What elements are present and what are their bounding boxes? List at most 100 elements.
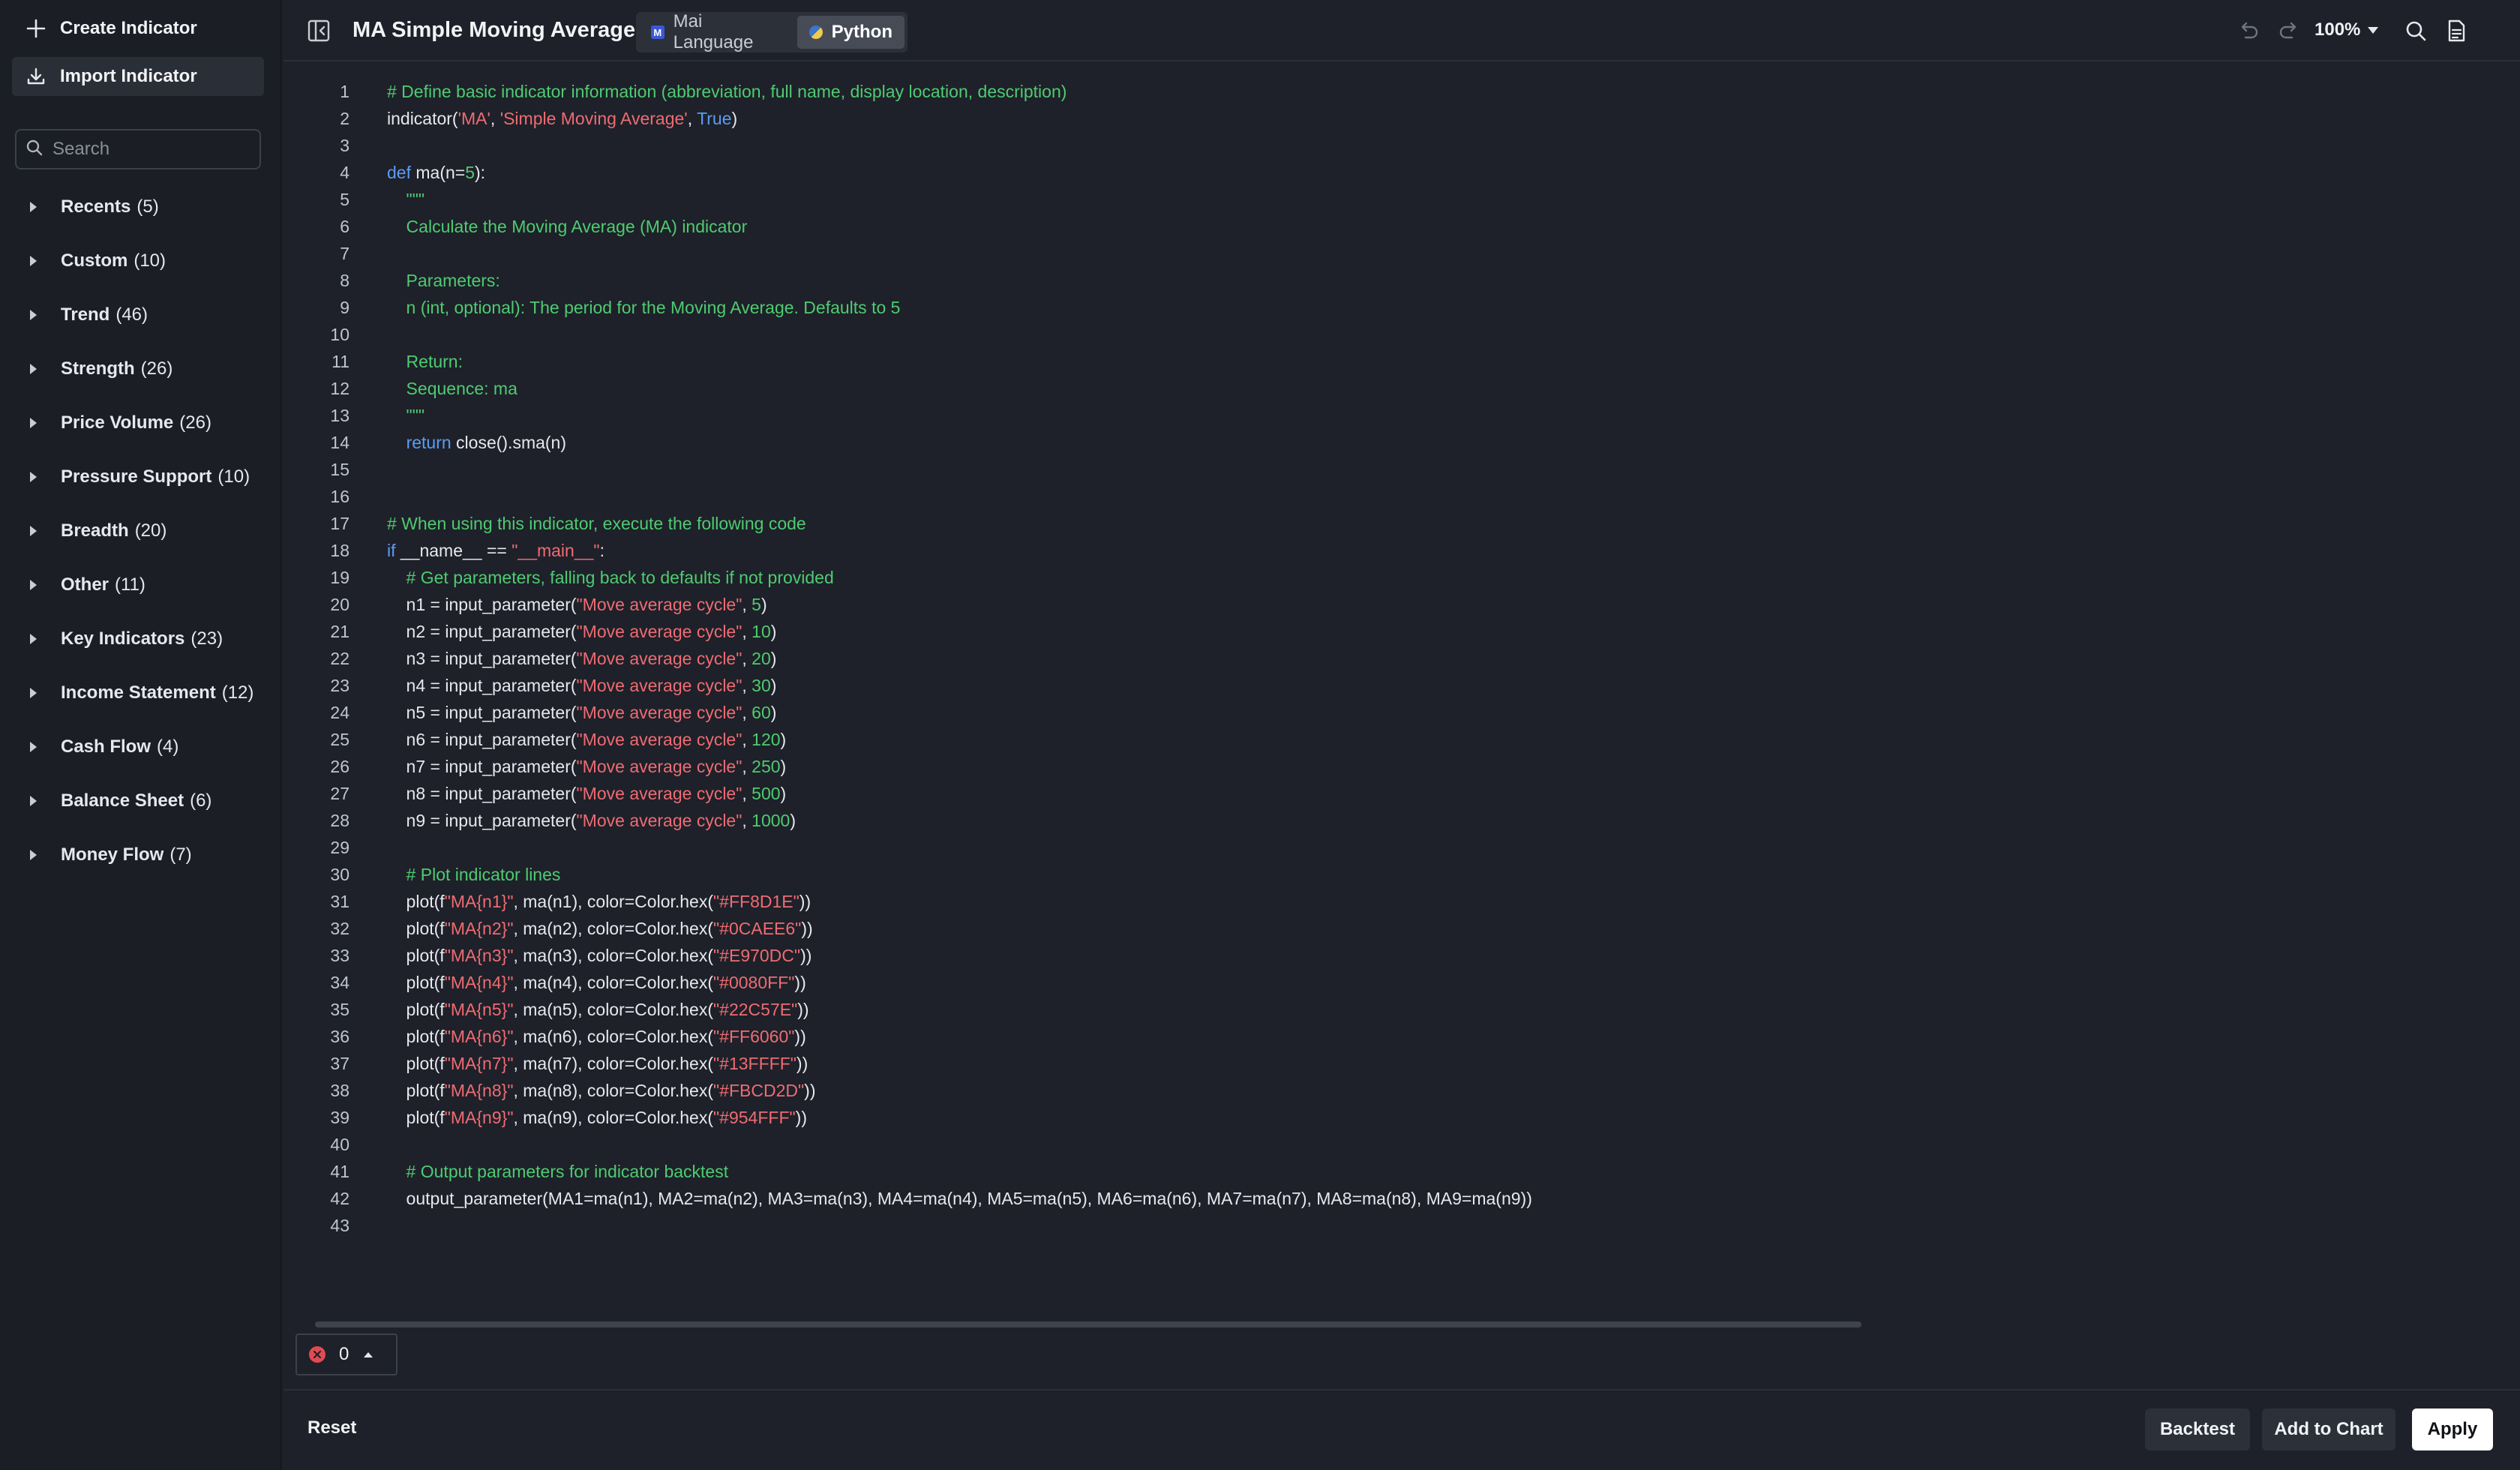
code-line[interactable]: 25 n6 = input_parameter("Move average cy… [284,726,1532,753]
search-box[interactable] [15,129,261,170]
code-line[interactable]: 36 plot(f"MA{n6}", ma(n6), color=Color.h… [284,1023,1532,1050]
code-line[interactable]: 5 """ [284,186,1532,213]
python-logo-icon [808,26,823,39]
code-line[interactable]: 17 # When using this indicator, execute t… [284,510,1532,537]
code-line[interactable]: 21 n2 = input_parameter("Move average cy… [284,618,1532,645]
line-text: plot(f"MA{n4}", ma(n4), color=Color.hex(… [387,973,806,992]
category-price-volume[interactable]: Price Volume (26) [0,396,282,450]
mai-logo-icon: M [651,26,664,39]
code-line[interactable]: 41 # Output parameters for indicator bac… [284,1158,1532,1185]
code-line[interactable]: 11 Return: [284,348,1532,375]
zoom-select[interactable]: 100% [2314,20,2379,40]
add-to-chart-button[interactable]: Add to Chart [2262,1408,2396,1450]
horizontal-scrollbar[interactable] [315,1322,1862,1328]
document-icon[interactable] [2444,18,2469,44]
code-line[interactable]: 38 plot(f"MA{n8}", ma(n8), color=Color.h… [284,1077,1532,1104]
code-line[interactable]: 7 [284,240,1532,267]
code-line[interactable]: 33 plot(f"MA{n3}", ma(n3), color=Color.h… [284,942,1532,969]
category-cash-flow[interactable]: Cash Flow (4) [0,720,282,774]
line-number: 4 [340,163,350,182]
code-line[interactable]: 19 # Get parameters, falling back to def… [284,564,1532,591]
backtest-button[interactable]: Backtest [2145,1408,2250,1450]
line-text: n6 = input_parameter("Move average cycle… [387,730,787,749]
line-number: 31 [330,892,350,911]
code-editor[interactable]: 1 # Define basic indicator information (a… [284,63,2520,1328]
code-line[interactable]: 28 n9 = input_parameter("Move average cy… [284,807,1532,834]
tab-mai-language[interactable]: M Mai Language [639,11,797,52]
code-line[interactable]: 18 if __name__ == "__main__": [284,537,1532,564]
code-line[interactable]: 35 plot(f"MA{n5}", ma(n5), color=Color.h… [284,996,1532,1023]
category-name: Trend [61,304,110,325]
line-text: n1 = input_parameter("Move average cycle… [387,595,767,614]
category-income-statement[interactable]: Income Statement (12) [0,666,282,720]
code-line[interactable]: 15 [284,456,1532,483]
import-indicator-button[interactable]: Import Indicator [12,57,264,96]
code-line[interactable]: 3 [284,132,1532,159]
code-line[interactable]: 29 [284,834,1532,861]
line-text [350,132,387,159]
code-line[interactable]: 43 [284,1212,1532,1239]
category-name: Cash Flow [61,736,152,757]
category-strength[interactable]: Strength (26) [0,342,282,396]
code-line[interactable]: 20 n1 = input_parameter("Move average cy… [284,591,1532,618]
line-number: 26 [330,757,350,776]
line-number: 6 [340,217,350,236]
category-balance-sheet[interactable]: Balance Sheet (6) [0,774,282,828]
undo-icon[interactable] [2235,18,2260,44]
code-line[interactable]: 23 n4 = input_parameter("Move average cy… [284,672,1532,699]
category-trend[interactable]: Trend (46) [0,288,282,342]
code-line[interactable]: 22 n3 = input_parameter("Move average cy… [284,645,1532,672]
line-number: 27 [330,784,350,803]
code-line[interactable]: 31 plot(f"MA{n1}", ma(n1), color=Color.h… [284,888,1532,915]
reset-button[interactable]: Reset [308,1418,356,1438]
category-key-indicators[interactable]: Key Indicators (23) [0,612,282,666]
code-line[interactable]: 30 # Plot indicator lines [284,861,1532,888]
code-line[interactable]: 9 n (int, optional): The period for the … [284,294,1532,321]
line-number: 20 [330,595,350,614]
code-line[interactable]: 39 plot(f"MA{n9}", ma(n9), color=Color.h… [284,1104,1532,1131]
code-lines[interactable]: 1 # Define basic indicator information (a… [284,78,1532,1239]
category-name: Breadth [61,520,129,541]
category-money-flow[interactable]: Money Flow (7) [0,828,282,882]
code-line[interactable]: 12 Sequence: ma [284,375,1532,402]
line-text: # When using this indicator, execute the… [387,514,806,533]
caret-right-icon [30,418,37,428]
apply-button[interactable]: Apply [2412,1408,2493,1450]
code-line[interactable]: 27 n8 = input_parameter("Move average cy… [284,780,1532,807]
code-line[interactable]: 6 Calculate the Moving Average (MA) indi… [284,213,1532,240]
code-line[interactable]: 40 [284,1131,1532,1158]
code-line[interactable]: 37 plot(f"MA{n7}", ma(n7), color=Color.h… [284,1050,1532,1077]
sidebar-toggle-icon[interactable] [306,18,332,44]
category-recents[interactable]: Recents (5) [0,180,282,234]
category-custom[interactable]: Custom (10) [0,234,282,288]
code-line[interactable]: 26 n7 = input_parameter("Move average cy… [284,753,1532,780]
code-line[interactable]: 1 # Define basic indicator information (a… [284,78,1532,105]
redo-icon[interactable] [2277,18,2302,44]
create-indicator-button[interactable]: Create Indicator [12,9,264,48]
code-line[interactable]: 34 plot(f"MA{n4}", ma(n4), color=Color.h… [284,969,1532,996]
category-pressure-support[interactable]: Pressure Support (10) [0,450,282,504]
tab-python[interactable]: Python [796,16,904,49]
code-line[interactable]: 42 output_parameter(MA1=ma(n1), MA2=ma(n… [284,1185,1532,1212]
error-counter[interactable]: 0 [296,1334,398,1376]
caret-right-icon [30,796,37,806]
search-icon[interactable] [2403,18,2428,44]
line-text: plot(f"MA{n1}", ma(n1), color=Color.hex(… [387,892,812,911]
line-text: if __name__ == "__main__": [387,541,604,560]
category-count: (10) [218,466,250,487]
code-line[interactable]: 14 return close().sma(n) [284,429,1532,456]
code-line[interactable]: 8 Parameters: [284,267,1532,294]
code-line[interactable]: 13 """ [284,402,1532,429]
code-line[interactable]: 16 [284,483,1532,510]
line-text: Return: [387,352,463,371]
line-text: plot(f"MA{n5}", ma(n5), color=Color.hex(… [387,1000,809,1019]
code-line[interactable]: 4 def ma(n=5): [284,159,1532,186]
search-input[interactable] [51,138,249,160]
code-line[interactable]: 32 plot(f"MA{n2}", ma(n2), color=Color.h… [284,915,1532,942]
code-line[interactable]: 10 [284,321,1532,348]
category-breadth[interactable]: Breadth (20) [0,504,282,558]
line-number: 28 [330,811,350,830]
code-line[interactable]: 2 indicator('MA', 'Simple Moving Average'… [284,105,1532,132]
category-other[interactable]: Other (11) [0,558,282,612]
code-line[interactable]: 24 n5 = input_parameter("Move average cy… [284,699,1532,726]
